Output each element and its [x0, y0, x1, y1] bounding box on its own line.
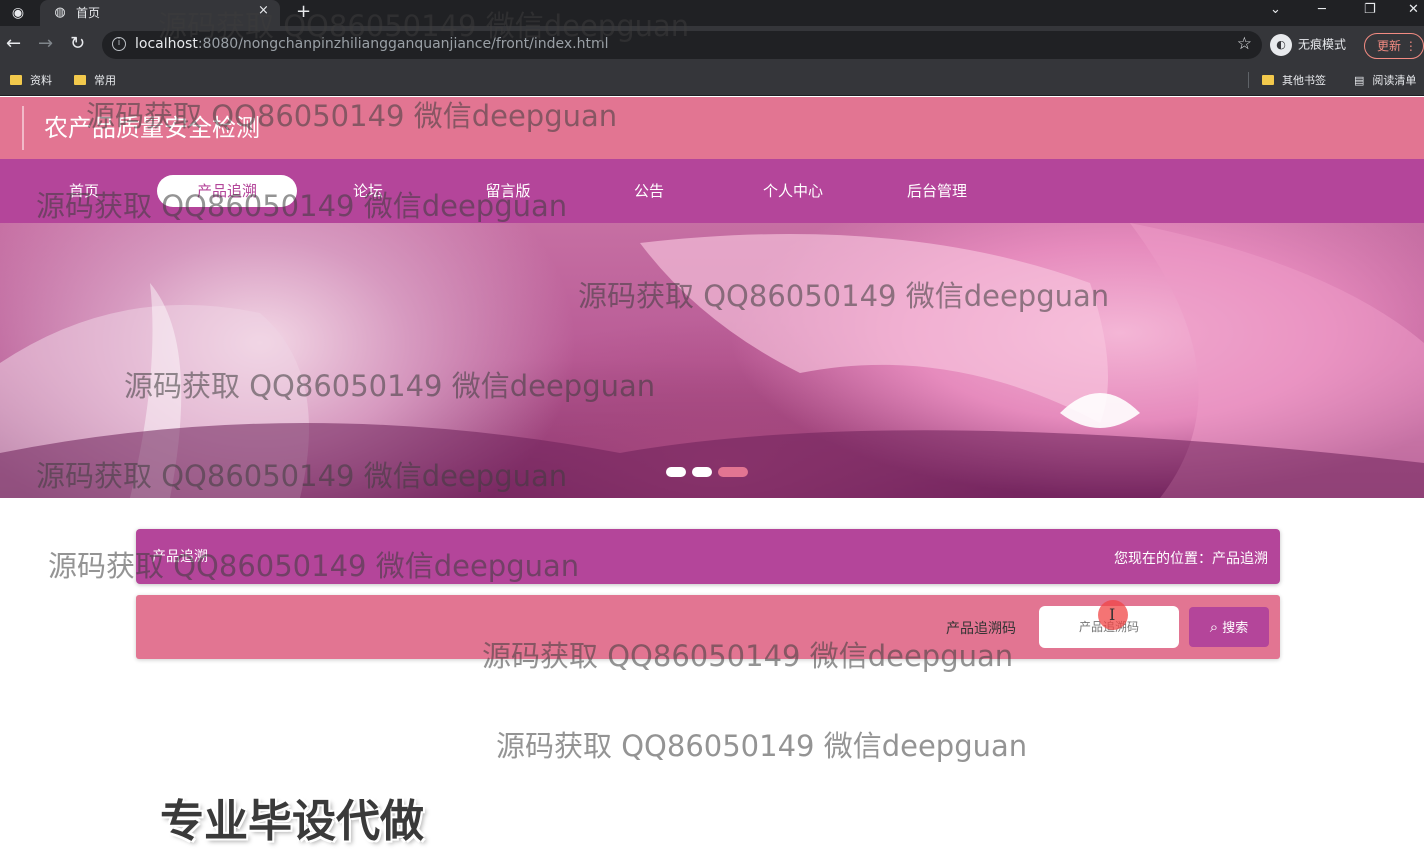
browser-toolbar: ← → ↻ i localhost:8080/nongchanpinzhilia… — [0, 26, 1424, 64]
reading-list-icon: ▤ — [1354, 74, 1365, 87]
incognito-label: 无痕模式 — [1298, 37, 1347, 52]
nav-user-center[interactable]: 个人中心 — [750, 175, 836, 207]
folder-icon — [1262, 75, 1274, 85]
globe-icon: ◍ — [54, 5, 66, 20]
nav-guestbook[interactable]: 留言版 — [466, 175, 550, 207]
star-icon[interactable]: ☆ — [1237, 34, 1252, 54]
back-icon[interactable]: ← — [6, 34, 21, 54]
nav-forum[interactable]: 论坛 — [330, 175, 406, 207]
window-close-icon[interactable]: ✕ — [1408, 2, 1419, 17]
url-host: localhost — [135, 36, 198, 52]
bookmark-folder-ziliao[interactable]: 资料 — [10, 72, 52, 88]
restore-icon[interactable]: ❐ — [1364, 2, 1376, 17]
folder-icon — [10, 75, 22, 85]
section-title-bar: 产品追溯 您现在的位置：产品追溯 — [136, 529, 1280, 584]
web-page: 农产品质量安全检测 首页 产品追溯 论坛 留言版 公告 个人中心 后台管理 产品… — [0, 97, 1424, 864]
folder-icon — [74, 75, 86, 85]
tab-title: 首页 — [76, 6, 101, 20]
update-label: 更新 — [1377, 39, 1402, 53]
search-icon: ⌕ — [1209, 618, 1219, 636]
search-label: 产品追溯码 — [946, 621, 1016, 637]
site-logo[interactable]: 农产品质量安全检测 — [22, 106, 280, 150]
close-icon[interactable]: × — [258, 3, 269, 18]
banner-carousel[interactable] — [0, 223, 1424, 498]
bookmarks-bar: 资料 常用 其他书签 ▤ 阅读清单 — [0, 64, 1424, 96]
update-button[interactable]: 更新 ⋮ — [1364, 33, 1424, 59]
browser-tab-strip: ◉ ◍ 首页 × + ⌄ ─ ❐ ✕ — [0, 0, 1424, 26]
nav-product-trace[interactable]: 产品追溯 — [157, 175, 297, 207]
carousel-dot-active[interactable] — [718, 467, 748, 477]
section-title: 产品追溯 — [152, 549, 208, 565]
carousel-dot[interactable] — [666, 467, 686, 477]
text-cursor-icon: I — [1109, 605, 1116, 624]
incognito-icon: ◐ — [1270, 34, 1292, 56]
reload-icon[interactable]: ↻ — [70, 34, 85, 54]
incognito-indicator[interactable]: ◐ 无痕模式 — [1270, 34, 1346, 56]
address-bar[interactable]: i localhost:8080/nongchanpinzhiliangganq… — [102, 31, 1262, 59]
main-nav: 首页 产品追溯 论坛 留言版 公告 个人中心 后台管理 — [0, 159, 1424, 223]
nav-notice[interactable]: 公告 — [612, 175, 686, 207]
reading-list[interactable]: ▤ 阅读清单 — [1354, 72, 1416, 88]
site-header: 农产品质量安全检测 — [0, 97, 1424, 159]
bookmark-divider — [1248, 72, 1249, 88]
search-button[interactable]: ⌕ 搜索 — [1189, 607, 1269, 647]
url-path: :8080/nongchanpinzhiliangganquanjiance/f… — [197, 36, 609, 52]
bookmark-folder-changyong[interactable]: 常用 — [74, 72, 116, 88]
info-icon[interactable]: i — [112, 37, 126, 51]
browser-menu-icon[interactable]: ◉ — [8, 3, 28, 23]
url-text[interactable]: localhost:8080/nongchanpinzhiliangganqua… — [135, 36, 608, 52]
forward-icon[interactable]: → — [38, 34, 53, 54]
new-tab-icon[interactable]: + — [296, 1, 311, 22]
chevron-down-icon[interactable]: ⌄ — [1270, 2, 1281, 17]
carousel-dot[interactable] — [692, 467, 712, 477]
nav-home[interactable]: 首页 — [46, 175, 122, 207]
bookmark-folder-other[interactable]: 其他书签 — [1262, 72, 1326, 88]
promo-text: 专业毕设代做 — [160, 796, 424, 847]
breadcrumb: 您现在的位置：产品追溯 — [1114, 551, 1268, 567]
search-button-label: 搜索 — [1222, 621, 1249, 636]
minimize-icon[interactable]: ─ — [1318, 2, 1326, 17]
browser-tab[interactable]: ◍ 首页 × — [40, 0, 280, 26]
banner-image — [0, 223, 1424, 498]
nav-admin[interactable]: 后台管理 — [894, 175, 980, 207]
